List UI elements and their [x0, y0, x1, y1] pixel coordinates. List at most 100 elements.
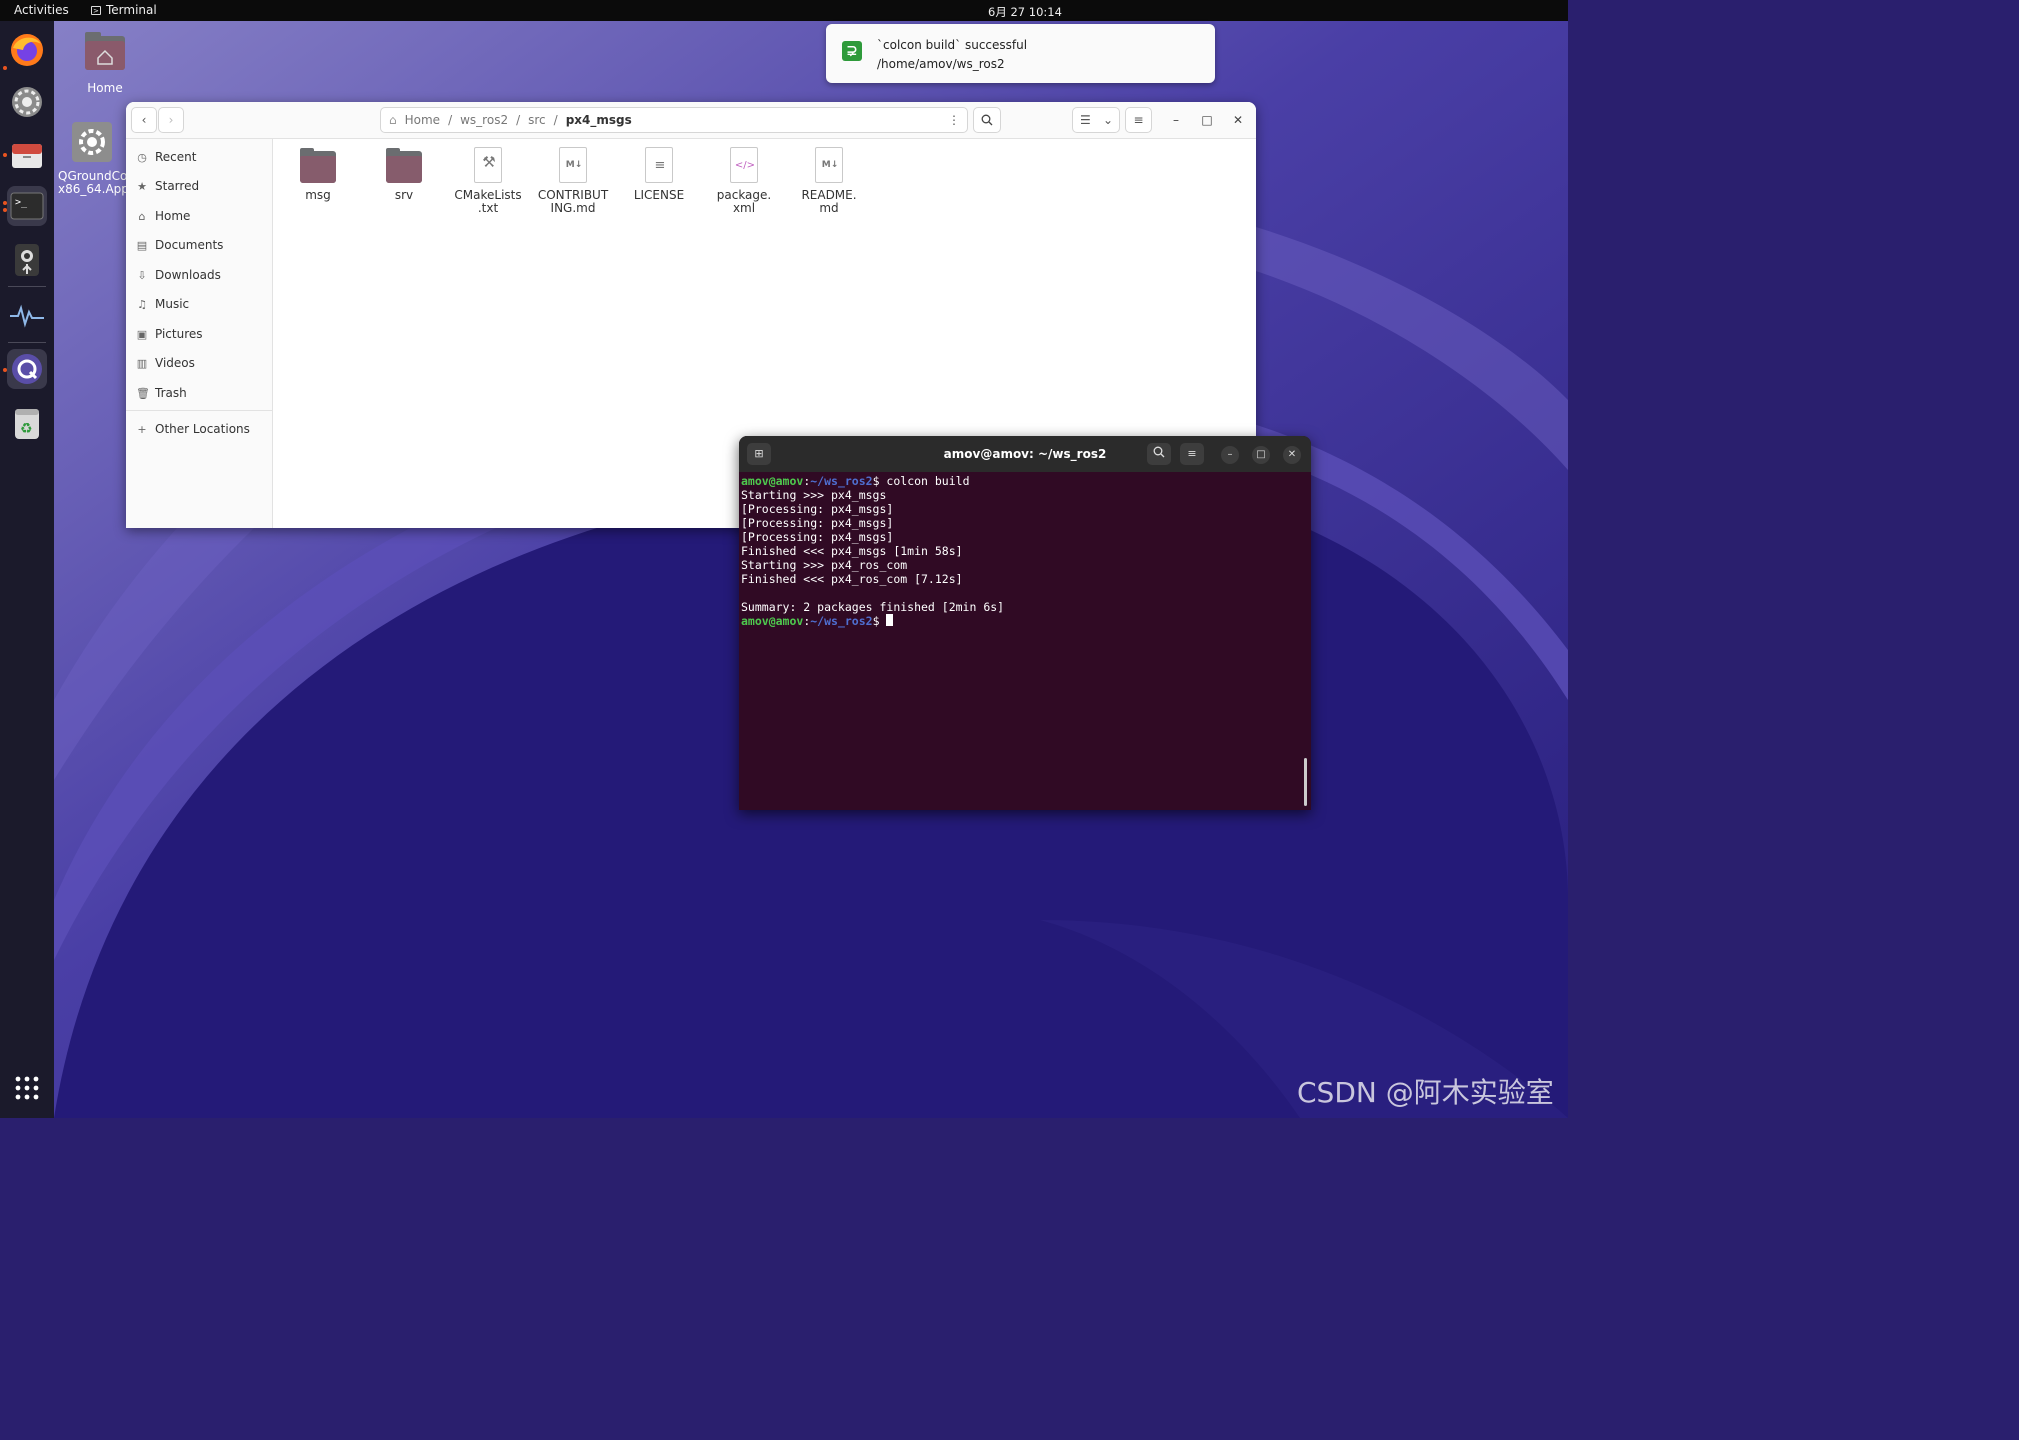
breadcrumb-current[interactable]: px4_msgs	[566, 113, 632, 127]
file-manager-headerbar: ‹ › ⌂ Home / ws_ros2 / src / px4_msgs ⋮ …	[126, 102, 1256, 139]
qgroundcontrol-launcher[interactable]	[7, 349, 47, 389]
search-icon	[1153, 446, 1165, 458]
main-menu-button[interactable]: ≡	[1125, 107, 1152, 133]
terminal-line: Finished <<< px4_msgs [1min 58s]	[741, 544, 963, 558]
file-item-msg[interactable]: msg	[277, 141, 359, 202]
app-grid-icon	[15, 1076, 39, 1100]
breadcrumb-src[interactable]: src	[528, 113, 546, 127]
path-bar[interactable]: ⌂ Home / ws_ros2 / src / px4_msgs	[380, 107, 968, 133]
files-icon	[12, 144, 42, 168]
maximize-icon: □	[1201, 113, 1213, 127]
file-item-contributing[interactable]: M↓ CONTRIBUT ING.md	[532, 141, 614, 215]
breadcrumb-ws-ros2[interactable]: ws_ros2	[460, 113, 508, 127]
sidebar-item-trash[interactable]: 🗑 Trash	[136, 382, 187, 404]
firefox-launcher[interactable]	[7, 30, 47, 70]
running-indicator	[3, 153, 7, 157]
cheese-launcher[interactable]	[7, 240, 47, 280]
dock-separator	[8, 286, 46, 287]
markdown-file-icon: M↓	[553, 145, 593, 185]
back-button[interactable]: ‹	[131, 107, 157, 133]
top-bar: Activities > Terminal 6月 27 10:14	[0, 0, 1568, 21]
settings-launcher[interactable]	[7, 82, 47, 122]
sidebar-item-downloads[interactable]: ⇩ Downloads	[136, 264, 221, 286]
forward-button[interactable]: ›	[158, 107, 184, 133]
video-icon: ▥	[136, 356, 148, 370]
desktop-home-icon[interactable]: Home	[60, 30, 150, 95]
chevron-left-icon: ‹	[141, 113, 147, 127]
kebab-menu-icon: ⋮	[948, 113, 960, 127]
home-icon: ⌂	[389, 113, 397, 127]
clock[interactable]: 6月 27 10:14	[988, 4, 1062, 20]
cheese-icon	[15, 244, 39, 276]
terminal-window: ⊞ amov@amov: ~/ws_ros2 ≡ – □ ✕ amov@amov…	[739, 436, 1311, 810]
sidebar-item-videos[interactable]: ▥ Videos	[136, 352, 195, 374]
notification-banner[interactable]: ⊋ `colcon build` successful /home/amov/w…	[826, 24, 1215, 83]
close-button[interactable]: ✕	[1230, 112, 1246, 128]
terminal-menu-button[interactable]: ≡	[1180, 443, 1204, 465]
terminal-close-button[interactable]: ✕	[1283, 446, 1301, 464]
breadcrumb-separator: /	[448, 113, 453, 127]
system-monitor-launcher[interactable]	[7, 295, 47, 335]
trash-launcher[interactable]: ♻	[7, 403, 47, 443]
xml-file-icon: </>	[724, 145, 764, 185]
system-monitor-icon	[10, 304, 44, 328]
text-file-icon: ≡	[639, 145, 679, 185]
close-icon: ✕	[1232, 113, 1244, 127]
app-menu[interactable]: > Terminal	[91, 3, 157, 17]
terminal-line: [Processing: px4_msgs]	[741, 502, 894, 516]
terminal-small-icon: >	[91, 5, 101, 15]
terminal-search-button[interactable]	[1147, 443, 1171, 465]
terminal-launcher[interactable]: >_	[7, 186, 47, 226]
show-apps-button[interactable]	[7, 1068, 47, 1108]
trash-icon: ♻	[15, 409, 39, 439]
terminal-output[interactable]: amov@amov:~/ws_ros2$ colcon build Startin…	[741, 474, 1301, 628]
sidebar-item-recent[interactable]: ◷ Recent	[136, 146, 196, 168]
hamburger-icon: ≡	[1187, 447, 1197, 460]
terminal-notification-icon: ⊋	[842, 41, 862, 61]
sidebar-item-pictures[interactable]: ▣ Pictures	[136, 323, 203, 345]
dock: >_ ♻	[0, 21, 54, 1118]
sidebar-item-music[interactable]: ♫ Music	[136, 293, 189, 315]
file-item-license[interactable]: ≡ LICENSE	[618, 141, 700, 202]
folder-icon	[298, 145, 338, 185]
sidebar-separator	[126, 410, 272, 411]
qgroundcontrol-icon	[12, 354, 42, 384]
document-icon: ▤	[136, 238, 148, 252]
sidebar-item-other-locations[interactable]: + Other Locations	[136, 418, 250, 440]
file-item-srv[interactable]: srv	[363, 141, 445, 202]
terminal-command-line: amov@amov:~/ws_ros2$ colcon build	[741, 474, 970, 488]
file-item-readme[interactable]: M↓ README. md	[788, 141, 870, 215]
chevron-right-icon: ›	[168, 113, 174, 127]
terminal-scrollbar[interactable]	[1304, 758, 1307, 806]
sidebar-item-starred[interactable]: ★ Starred	[136, 175, 199, 197]
gear-icon	[72, 122, 112, 162]
terminal-maximize-button[interactable]: □	[1252, 446, 1270, 464]
notification-title: `colcon build` successful	[877, 38, 1028, 52]
file-item-cmakelists[interactable]: ⚒ CMakeLists .txt	[447, 141, 529, 215]
sidebar-item-home[interactable]: ⌂ Home	[136, 205, 191, 227]
music-icon: ♫	[137, 297, 147, 311]
minimize-button[interactable]: –	[1168, 112, 1184, 128]
file-item-package-xml[interactable]: </> package. xml	[703, 141, 785, 215]
dock-separator	[8, 342, 46, 343]
search-icon	[981, 114, 993, 126]
markdown-file-icon: M↓	[809, 145, 849, 185]
path-menu-button[interactable]: ⋮	[941, 107, 967, 133]
minimize-icon: –	[1173, 113, 1179, 127]
activities-button[interactable]: Activities	[14, 3, 69, 17]
terminal-prompt-line: amov@amov:~/ws_ros2$	[741, 614, 1301, 628]
search-button[interactable]	[973, 107, 1001, 133]
terminal-line: Starting >>> px4_msgs	[741, 488, 887, 502]
breadcrumb-home[interactable]: Home	[405, 113, 440, 127]
watermark: CSDN @阿木实验室	[1297, 1076, 1554, 1109]
terminal-minimize-button[interactable]: –	[1221, 446, 1239, 464]
terminal-line: Starting >>> px4_ros_com	[741, 558, 908, 572]
sidebar-item-documents[interactable]: ▤ Documents	[136, 234, 224, 256]
firefox-icon	[11, 34, 43, 66]
desktop-qgc-icon[interactable]: QGroundCon x86_64.AppI	[58, 120, 126, 196]
view-toggle-button[interactable]: ☰ ⌄	[1072, 107, 1120, 133]
files-launcher[interactable]	[7, 135, 47, 175]
maximize-button[interactable]: □	[1199, 112, 1215, 128]
running-indicator	[3, 201, 7, 205]
download-icon: ⇩	[137, 268, 147, 282]
